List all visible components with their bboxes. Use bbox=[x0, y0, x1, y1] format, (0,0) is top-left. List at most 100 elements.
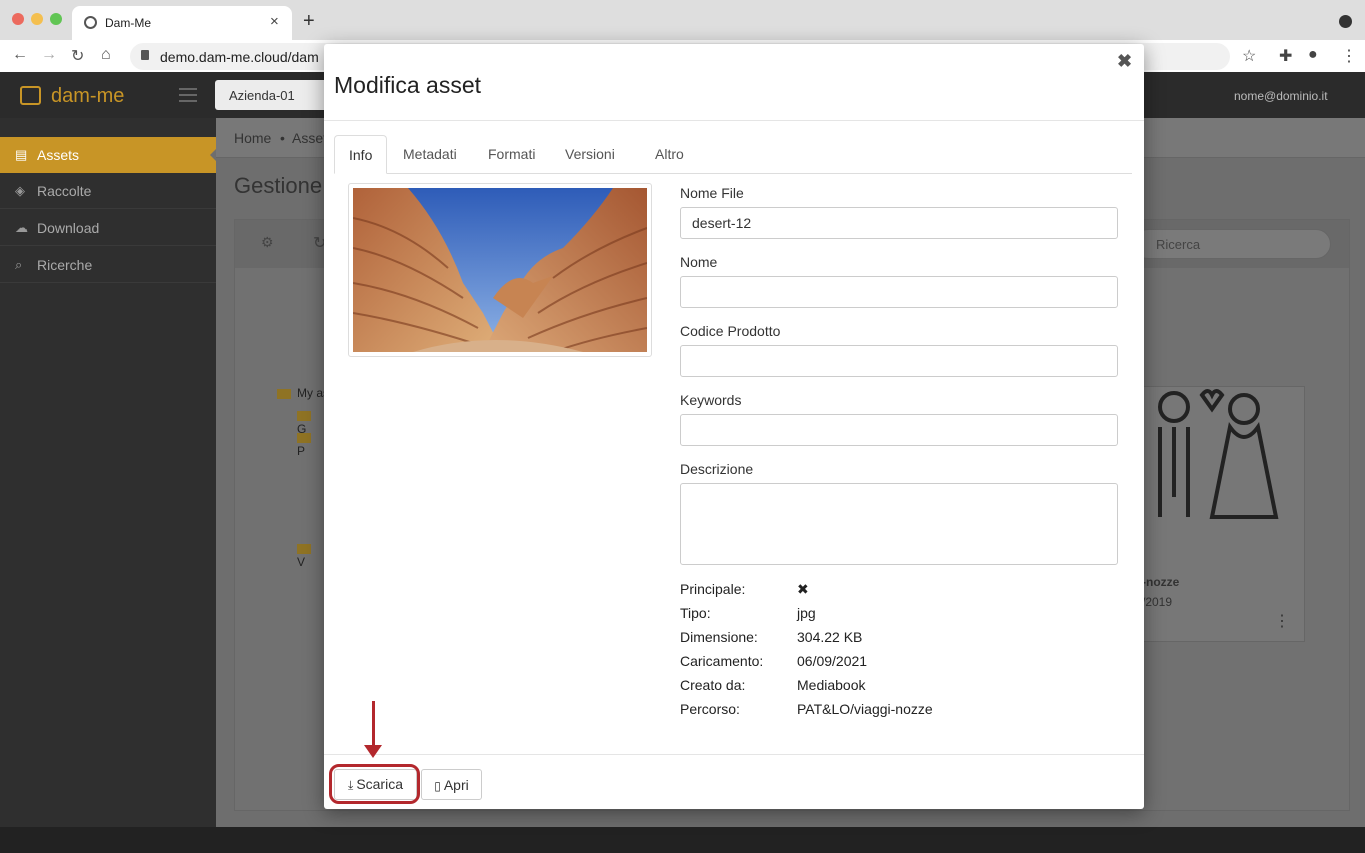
app-logo[interactable]: dam-me bbox=[51, 85, 124, 108]
codice-prodotto-field[interactable] bbox=[680, 345, 1118, 377]
tab-search-icon[interactable] bbox=[1339, 15, 1352, 28]
footer-bar bbox=[0, 827, 1365, 853]
tab-info[interactable]: Info bbox=[334, 135, 388, 174]
search-icon: ⌕ bbox=[15, 257, 23, 272]
sidebar-item-label: Assets bbox=[37, 147, 80, 163]
window-minimize-button[interactable] bbox=[31, 13, 43, 25]
extensions-icon[interactable]: ✚ bbox=[1279, 46, 1292, 66]
browser-tabbar: Dam-Me × + bbox=[0, 0, 1365, 40]
layers-icon: ◈ bbox=[15, 183, 25, 198]
lock-icon bbox=[141, 50, 149, 60]
forward-icon[interactable]: → bbox=[41, 46, 57, 64]
company-selector[interactable]: Azienda-01 bbox=[215, 80, 335, 110]
annotation-arrow-head bbox=[364, 745, 382, 758]
close-icon[interactable]: ✖ bbox=[1117, 51, 1132, 72]
breadcrumb-home[interactable]: Home bbox=[234, 130, 271, 146]
document-icon: ▯ bbox=[434, 778, 441, 793]
card-menu-icon[interactable]: ⋮ bbox=[1274, 611, 1290, 631]
breadcrumb-sep: • bbox=[280, 130, 285, 146]
sidebar: ▤ Assets ◈ Raccolte ☁ Download ⌕ Ricerch… bbox=[0, 118, 217, 827]
bookmark-star-icon[interactable]: ☆ bbox=[1242, 46, 1256, 66]
keywords-label: Keywords bbox=[680, 392, 742, 408]
modal-tabs: Info Metadati Formati Versioni Altro bbox=[334, 135, 1132, 174]
sidebar-item-raccolte[interactable]: ◈ Raccolte bbox=[0, 173, 216, 209]
globe-icon bbox=[84, 16, 97, 29]
tab-formati[interactable]: Formati bbox=[474, 135, 549, 174]
tab-versioni[interactable]: Versioni bbox=[551, 135, 629, 174]
user-menu[interactable]: nome@dominio.it bbox=[1234, 89, 1328, 103]
profile-icon[interactable]: ● bbox=[1308, 46, 1318, 64]
sidebar-item-ricerche[interactable]: ⌕ Ricerche bbox=[0, 247, 216, 283]
window-maximize-button[interactable] bbox=[50, 13, 62, 25]
search-input[interactable]: Ricerca bbox=[1133, 229, 1331, 259]
file-icon: ▤ bbox=[15, 147, 28, 162]
home-icon[interactable]: ⌂ bbox=[101, 46, 111, 64]
info-key: Creato da: bbox=[680, 677, 746, 693]
sidebar-item-download[interactable]: ☁ Download bbox=[0, 210, 216, 246]
asset-card[interactable]: -nozze /2019 ⋮ bbox=[1125, 386, 1305, 642]
tree-node-label: V bbox=[297, 555, 306, 569]
sidebar-item-label: Raccolte bbox=[37, 183, 92, 199]
sidebar-item-label: Ricerche bbox=[37, 257, 93, 273]
breadcrumb-assets[interactable]: Asset bbox=[292, 130, 327, 146]
folder-icon bbox=[297, 432, 311, 443]
tree-node[interactable]: V bbox=[297, 541, 317, 569]
address-url[interactable]: demo.dam-me.cloud/dam bbox=[160, 49, 319, 65]
logo-icon bbox=[20, 86, 41, 105]
info-key: Principale: bbox=[680, 581, 746, 597]
folder-icon bbox=[297, 410, 311, 421]
new-tab-button[interactable]: + bbox=[303, 10, 315, 33]
folder-icon bbox=[277, 388, 291, 399]
divider bbox=[324, 754, 1144, 755]
edit-asset-modal: Modifica asset ✖ Info Metadati Formati V… bbox=[324, 44, 1144, 809]
company-name: Azienda-01 bbox=[229, 88, 295, 103]
settings-icon[interactable]: ⚙ bbox=[261, 234, 274, 251]
browser-tab[interactable]: Dam-Me × bbox=[72, 6, 292, 40]
tree-node[interactable]: My as bbox=[277, 386, 329, 400]
asset-card-name: -nozze bbox=[1142, 575, 1180, 589]
tab-close-icon[interactable]: × bbox=[270, 13, 279, 30]
info-value: Mediabook bbox=[797, 677, 866, 693]
sidebar-item-label: Download bbox=[37, 220, 100, 236]
window-close-button[interactable] bbox=[12, 13, 24, 25]
sidebar-item-assets[interactable]: ▤ Assets bbox=[0, 137, 217, 173]
info-value: 304.22 KB bbox=[797, 629, 863, 645]
cloud-download-icon: ☁ bbox=[15, 220, 28, 235]
tree-node[interactable]: P bbox=[297, 430, 317, 458]
nome-file-label: Nome File bbox=[680, 185, 744, 201]
open-button[interactable]: ▯ Apri bbox=[421, 769, 482, 800]
hamburger-menu-icon[interactable] bbox=[179, 88, 197, 106]
nome-label: Nome bbox=[680, 254, 718, 270]
reload-icon[interactable]: ↻ bbox=[71, 46, 84, 66]
browser-menu-icon[interactable]: ⋮ bbox=[1341, 46, 1357, 66]
codice-prodotto-label: Codice Prodotto bbox=[680, 323, 781, 339]
browser-tab-title: Dam-Me bbox=[105, 16, 152, 30]
info-key: Dimensione: bbox=[680, 629, 758, 645]
info-key: Caricamento: bbox=[680, 653, 764, 669]
nome-field[interactable] bbox=[680, 276, 1118, 308]
asset-card-date: /2019 bbox=[1142, 595, 1173, 609]
info-value: PAT&LO/viaggi-nozze bbox=[797, 701, 933, 717]
info-value: jpg bbox=[797, 605, 816, 621]
descrizione-field[interactable] bbox=[680, 483, 1118, 565]
nome-file-field[interactable] bbox=[680, 207, 1118, 239]
back-icon[interactable]: ← bbox=[12, 46, 28, 64]
descrizione-label: Descrizione bbox=[680, 461, 754, 477]
keywords-field[interactable] bbox=[680, 414, 1118, 446]
folder-icon bbox=[297, 543, 311, 554]
tab-metadati[interactable]: Metadati bbox=[389, 135, 471, 174]
info-key: Percorso: bbox=[680, 701, 740, 717]
info-value: 06/09/2021 bbox=[797, 653, 868, 669]
tree-node-label: P bbox=[297, 444, 306, 458]
search-placeholder: Ricerca bbox=[1156, 237, 1201, 252]
tab-altro[interactable]: Altro bbox=[641, 135, 698, 174]
modal-title: Modifica asset bbox=[334, 72, 482, 98]
annotation-arrow-icon bbox=[372, 701, 375, 749]
desert-canyon-image bbox=[353, 188, 647, 352]
asset-thumbnail bbox=[348, 183, 652, 357]
annotation-highlight bbox=[329, 764, 420, 804]
info-key: Tipo: bbox=[680, 605, 711, 621]
divider bbox=[324, 120, 1144, 121]
wedding-icon bbox=[1158, 389, 1279, 519]
principale-x-icon: ✖ bbox=[797, 581, 809, 597]
